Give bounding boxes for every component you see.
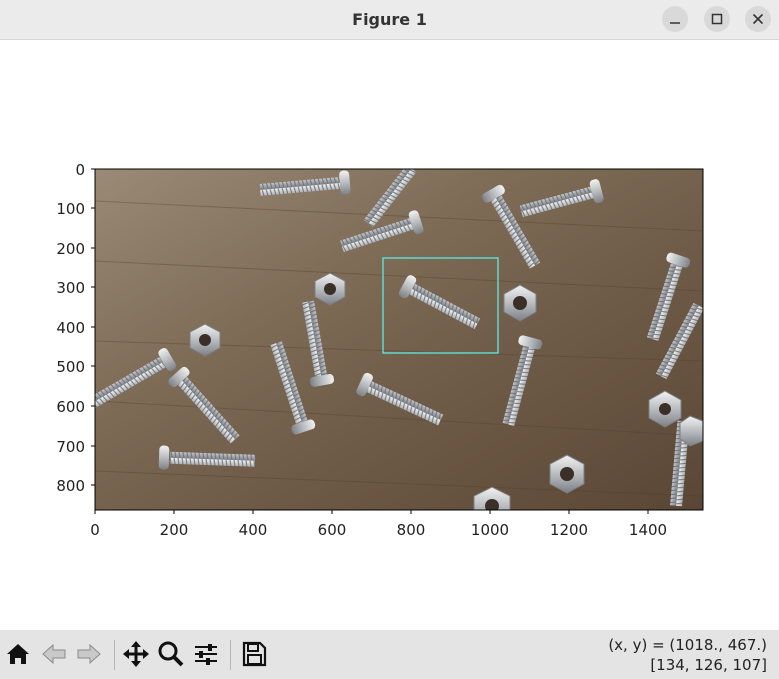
pixel-value: [134, 126, 107] bbox=[650, 656, 767, 674]
home-icon bbox=[7, 644, 29, 664]
save-button[interactable] bbox=[240, 640, 268, 668]
zoom-button[interactable] bbox=[157, 640, 185, 668]
toolbar-separator bbox=[230, 640, 231, 670]
maximize-icon bbox=[711, 13, 723, 25]
y-tick-label: 400 bbox=[56, 319, 85, 337]
x-tick-label: 600 bbox=[318, 521, 347, 539]
home-button[interactable] bbox=[4, 640, 32, 668]
plot-area[interactable]: 0 100 200 300 400 500 600 700 800 0 200 … bbox=[0, 41, 779, 630]
photo-image bbox=[95, 169, 703, 510]
x-axis-ticks bbox=[94, 510, 649, 514]
y-tick-label: 100 bbox=[56, 200, 85, 218]
configure-subplots-icon bbox=[195, 644, 217, 665]
navigation-toolbar: (x, y) = (1018., 467.) [134, 126, 107] bbox=[0, 630, 779, 679]
back-arrow-icon bbox=[42, 643, 66, 665]
x-tick-label: 1200 bbox=[550, 521, 588, 539]
x-tick-label: 200 bbox=[160, 521, 189, 539]
y-axis-ticks bbox=[91, 168, 95, 486]
save-icon bbox=[242, 641, 267, 667]
configure-subplots-button[interactable] bbox=[192, 640, 220, 668]
minimize-button[interactable] bbox=[662, 6, 688, 32]
x-tick-label: 0 bbox=[90, 521, 100, 539]
minimize-icon bbox=[670, 22, 680, 24]
y-tick-label: 300 bbox=[56, 279, 85, 297]
window-titlebar[interactable]: Figure 1 bbox=[0, 0, 779, 40]
x-tick-label: 800 bbox=[397, 521, 426, 539]
y-tick-label: 700 bbox=[56, 438, 85, 456]
x-tick-label: 400 bbox=[239, 521, 268, 539]
y-tick-label: 500 bbox=[56, 358, 85, 376]
pan-icon bbox=[123, 641, 149, 667]
toolbar-separator bbox=[114, 640, 115, 670]
back-button[interactable] bbox=[40, 640, 68, 668]
pan-button[interactable] bbox=[122, 640, 150, 668]
nut bbox=[679, 415, 703, 447]
close-icon bbox=[752, 13, 764, 25]
cursor-readout: (x, y) = (1018., 467.) [134, 126, 107] bbox=[608, 635, 767, 675]
cursor-coordinates: (x, y) = (1018., 467.) bbox=[608, 636, 767, 654]
y-tick-label: 600 bbox=[56, 398, 85, 416]
zoom-icon bbox=[158, 641, 184, 667]
x-tick-label: 1000 bbox=[471, 521, 509, 539]
figure-canvas[interactable]: 0 100 200 300 400 500 600 700 800 0 200 … bbox=[0, 41, 779, 630]
maximize-button[interactable] bbox=[704, 6, 730, 32]
y-tick-label: 800 bbox=[56, 477, 85, 495]
y-tick-label: 0 bbox=[75, 161, 85, 179]
x-tick-label: 1400 bbox=[629, 521, 667, 539]
forward-arrow-icon bbox=[77, 643, 101, 665]
close-button[interactable] bbox=[745, 6, 771, 32]
forward-button[interactable] bbox=[75, 640, 103, 668]
y-tick-label: 200 bbox=[56, 240, 85, 258]
